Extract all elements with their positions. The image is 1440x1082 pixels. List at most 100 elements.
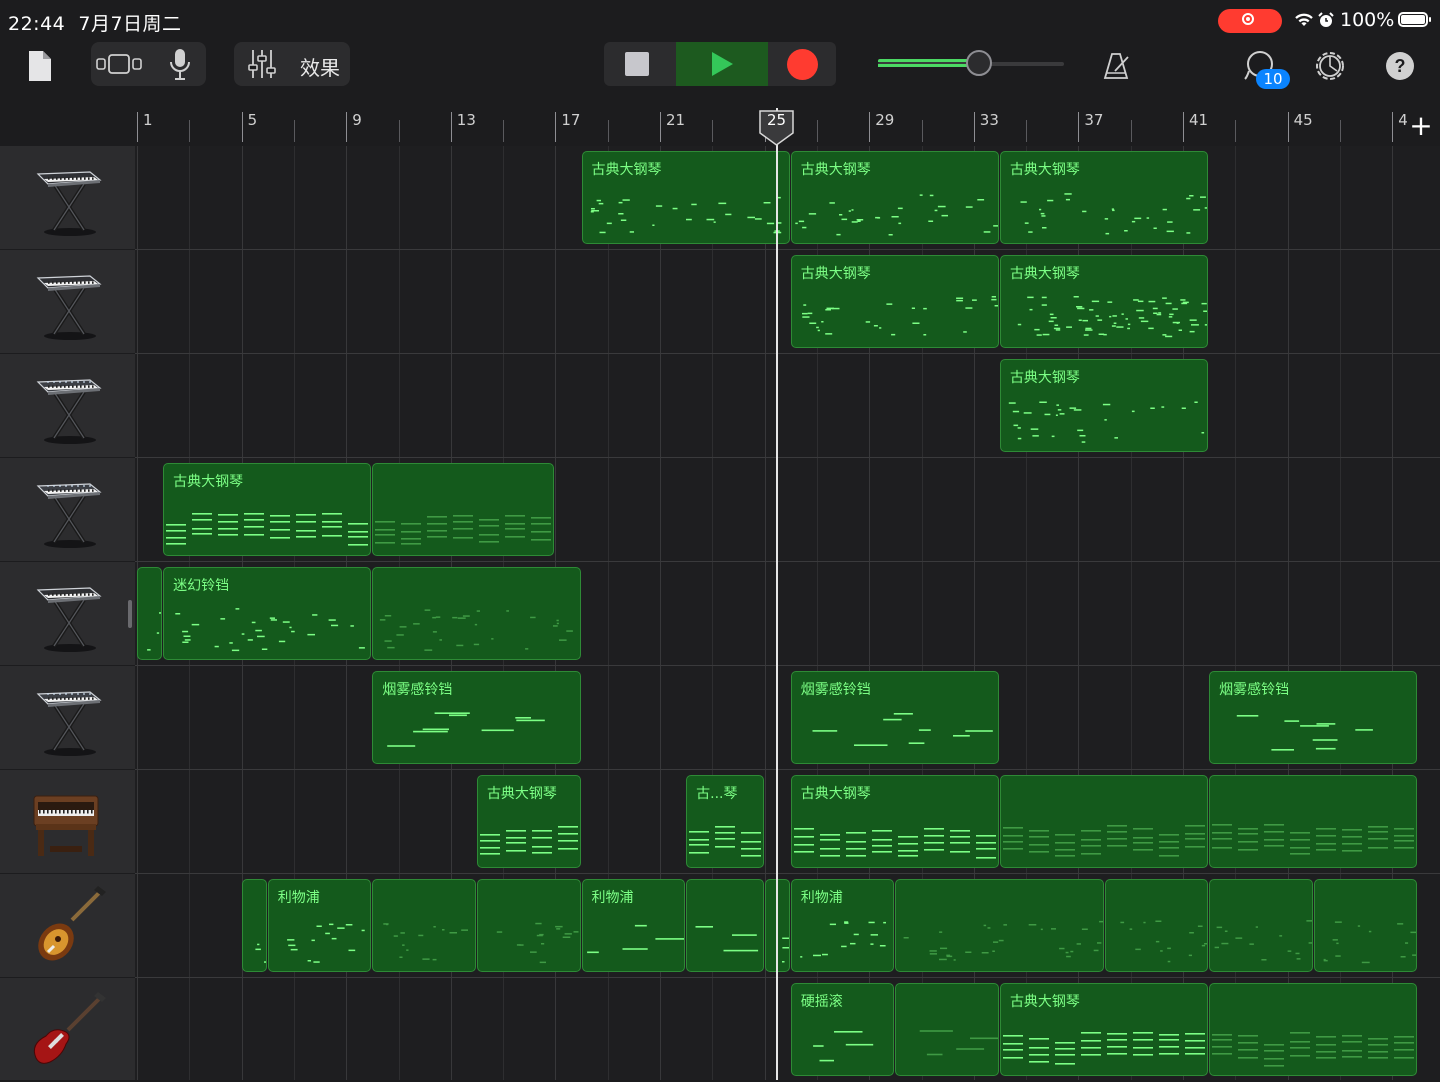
- status-time-date: 22:44 7月7日周二: [8, 13, 182, 35]
- synth-stand-icon: [36, 482, 102, 548]
- music-region[interactable]: [372, 567, 581, 660]
- ruler-sub-tick: [293, 120, 295, 142]
- track-header[interactable]: [0, 874, 135, 978]
- track-header[interactable]: [0, 458, 135, 562]
- ruler-bar-number: 5: [247, 111, 258, 129]
- ruler-bar-tick: [1078, 112, 1080, 142]
- music-region[interactable]: [895, 983, 999, 1076]
- region-label: 烟雾感铃铛: [1219, 682, 1290, 698]
- svg-text:?: ?: [1395, 56, 1406, 76]
- master-volume-slider[interactable]: [878, 50, 1064, 76]
- microphone-icon[interactable]: [160, 44, 200, 84]
- region-label: 古典大钢琴: [1009, 162, 1080, 178]
- keyboard-stand-icon: [36, 586, 102, 652]
- music-region[interactable]: 古典大钢琴: [790, 151, 999, 244]
- synth-stand-icon: [36, 378, 102, 444]
- music-region[interactable]: 古典大钢琴: [999, 151, 1209, 244]
- ruler-sub-tick: [921, 120, 923, 142]
- region-notes: [920, 1030, 998, 1056]
- music-region[interactable]: [999, 775, 1209, 868]
- ruler-sub-tick: [1026, 120, 1028, 142]
- music-region[interactable]: [1313, 879, 1418, 972]
- screen-recording-indicator[interactable]: [1218, 9, 1282, 33]
- track-header[interactable]: [0, 146, 135, 250]
- toolbar: 效果 10 ?: [0, 40, 1440, 108]
- music-region[interactable]: 古典大钢琴: [790, 255, 999, 348]
- gear-icon[interactable]: [1310, 46, 1350, 86]
- bass-guitar-icon: [37, 885, 106, 960]
- ruler-bar-tick: [450, 112, 452, 142]
- music-region[interactable]: [1104, 879, 1209, 972]
- track-header[interactable]: [0, 666, 135, 770]
- track-header[interactable]: [0, 770, 135, 874]
- music-region[interactable]: 利物浦: [267, 879, 372, 972]
- music-region[interactable]: [241, 879, 267, 972]
- music-region[interactable]: 古典大钢琴: [581, 151, 790, 244]
- ruler-bar-tick: [660, 112, 661, 142]
- ruler-bar-tick: [869, 112, 871, 142]
- ruler-bar-tick: [973, 112, 975, 142]
- music-region[interactable]: [1209, 983, 1418, 1076]
- music-region[interactable]: 迷幻铃铛: [163, 567, 372, 660]
- ruler-bar-number: 9: [352, 111, 362, 129]
- track-header[interactable]: [0, 562, 135, 666]
- music-region[interactable]: [895, 879, 1104, 972]
- master-volume-knob[interactable]: [966, 50, 993, 76]
- keyboard-stand-icon: [36, 170, 102, 236]
- music-region[interactable]: 利物浦: [790, 879, 895, 972]
- music-region[interactable]: [372, 879, 476, 972]
- electric-guitar-icon: [33, 991, 106, 1064]
- music-region[interactable]: [686, 879, 764, 972]
- music-region[interactable]: 古典大钢琴: [163, 463, 372, 556]
- ruler-bar-number: 41: [1189, 111, 1209, 129]
- help-icon[interactable]: ?: [1380, 46, 1420, 86]
- track-lane[interactable]: [135, 354, 1440, 458]
- region-label: 烟雾感铃铛: [382, 682, 453, 698]
- music-region[interactable]: 硬摇滚: [790, 983, 895, 1076]
- ruler-bar-number: 45: [1293, 111, 1313, 129]
- music-region[interactable]: 古典大钢琴: [476, 775, 581, 868]
- ruler-bar-number: 33: [979, 111, 999, 129]
- ruler-sub-tick: [503, 120, 505, 142]
- transport-controls: [604, 42, 836, 86]
- ruler-bar-tick: [346, 112, 348, 142]
- track-header[interactable]: [0, 978, 135, 1082]
- music-region[interactable]: [1209, 879, 1313, 972]
- tracks-area[interactable]: 古典大钢琴 古典大钢琴 古典大钢琴 古典大钢琴 古典大钢琴 古典大钢琴 古典大钢琴 迷幻铃铛烟…: [135, 146, 1440, 1080]
- music-region[interactable]: 利物浦: [581, 879, 686, 972]
- music-region[interactable]: 烟雾感铃铛: [1209, 671, 1418, 764]
- music-region[interactable]: [372, 463, 555, 556]
- add-section-button[interactable]: +: [1408, 112, 1434, 140]
- track-lane[interactable]: [135, 250, 1440, 354]
- ruler-bar-number: 4: [1398, 111, 1408, 129]
- music-region[interactable]: 古典大钢琴: [999, 983, 1209, 1076]
- battery-percentage: 100%: [1340, 9, 1395, 31]
- stop-icon: [625, 52, 649, 76]
- track-header-resize-handle[interactable]: [128, 600, 132, 628]
- ruler-corner: [0, 108, 135, 147]
- music-region[interactable]: 古典大钢琴: [790, 775, 999, 868]
- play-button[interactable]: [676, 42, 768, 86]
- sliders-icon[interactable]: [242, 44, 282, 84]
- music-region[interactable]: 古典大钢琴: [999, 255, 1209, 348]
- record-icon: [787, 49, 818, 80]
- status-bar: 22:44 7月7日周二 100%: [0, 0, 1440, 40]
- metronome-icon[interactable]: [1096, 46, 1136, 86]
- track-header[interactable]: [0, 354, 135, 458]
- stop-button[interactable]: [604, 42, 674, 86]
- document-icon[interactable]: [20, 44, 60, 88]
- track-header[interactable]: [0, 250, 135, 354]
- music-region[interactable]: 古典大钢琴: [999, 359, 1209, 452]
- music-region[interactable]: [1209, 775, 1418, 868]
- region-label: 古典大钢琴: [800, 266, 871, 282]
- music-region[interactable]: 烟雾感铃铛: [790, 671, 999, 764]
- music-region[interactable]: [137, 567, 163, 660]
- track-view-icon[interactable]: [94, 44, 146, 84]
- music-region[interactable]: 烟雾感铃铛: [372, 671, 581, 764]
- music-region[interactable]: 古...琴: [686, 775, 764, 868]
- effects-button[interactable]: 效果: [300, 52, 340, 81]
- record-button[interactable]: [770, 42, 836, 86]
- music-region[interactable]: [476, 879, 581, 972]
- keyboard-stand-icon: [36, 274, 102, 340]
- ruler-sub-tick: [816, 120, 818, 142]
